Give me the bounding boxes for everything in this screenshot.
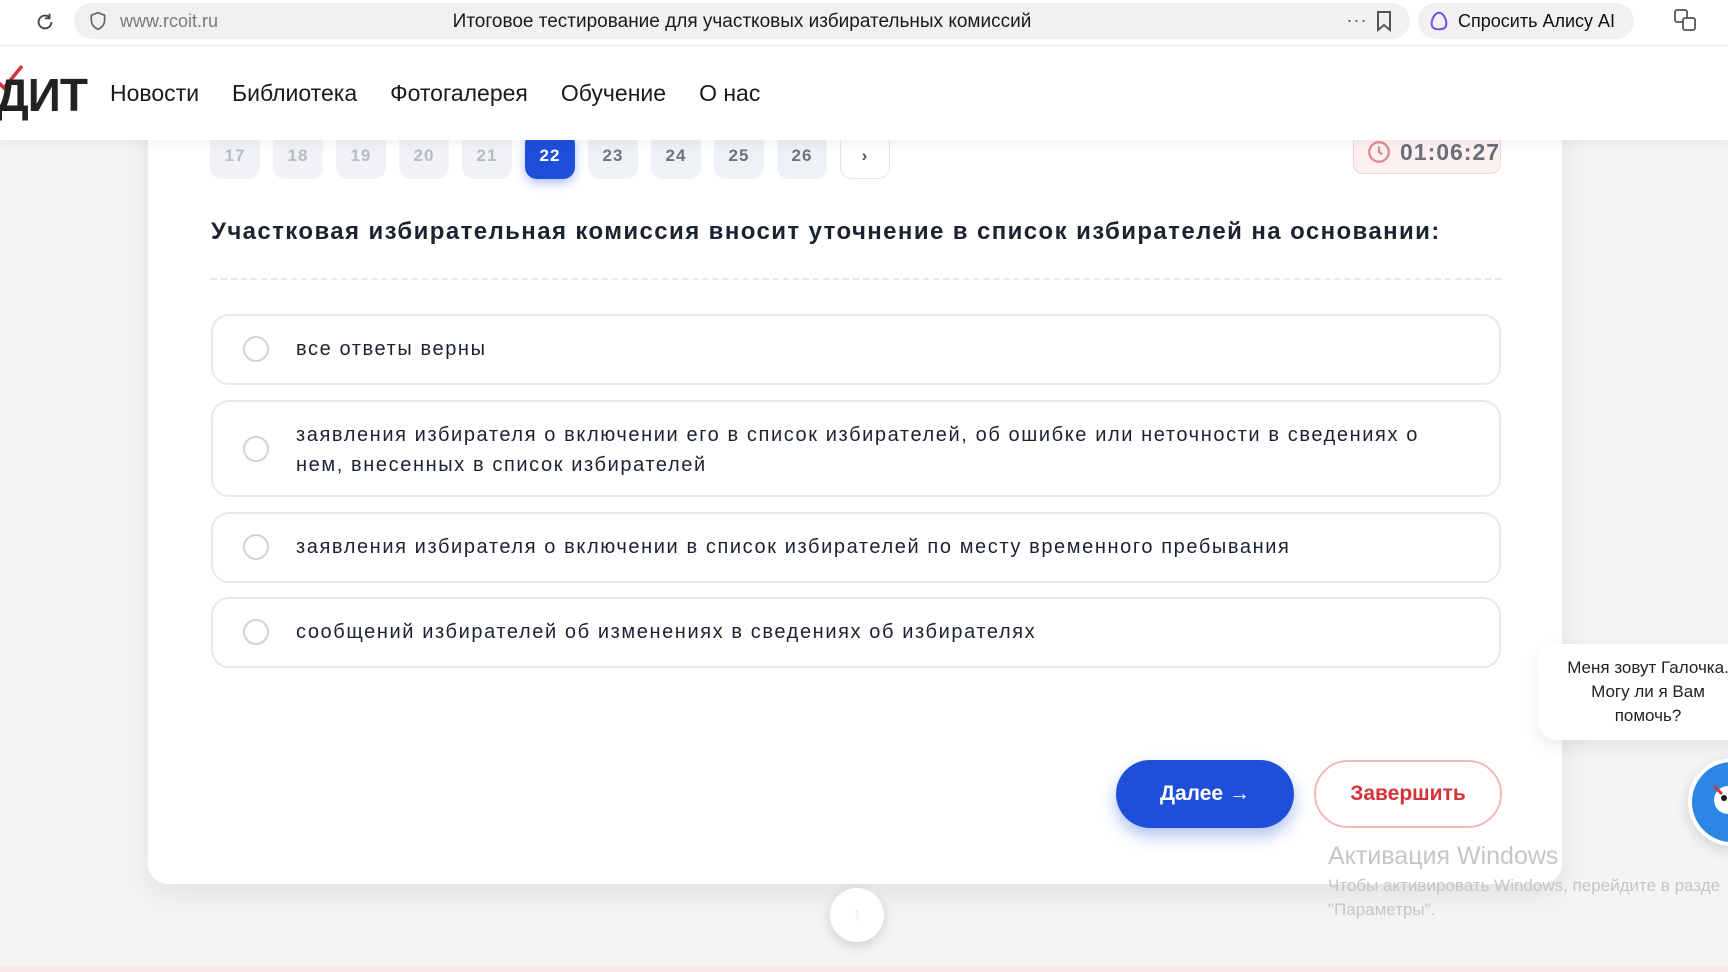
windows-activation-title: Активация Windows [1328,842,1559,870]
chatbot-line: Могу ли я Вам [1591,682,1705,701]
site-header: ДИТ Новости Библиотека Фотогалерея Обуче… [0,46,1728,140]
timer-value: 01:06:27 [1400,138,1501,165]
radio-button[interactable] [243,534,269,560]
main-nav: Новости Библиотека Фотогалерея Обучение … [110,80,793,107]
windows-activation-text: "Параметры". [1328,900,1436,919]
nav-education[interactable]: Обучение [561,80,666,107]
translate-icon[interactable] [1672,7,1698,33]
answer-option[interactable]: сообщений избирателей об изменениях в св… [211,597,1501,668]
clock-icon [1366,139,1392,165]
answer-option[interactable]: заявления избирателя о включении его в с… [211,400,1501,497]
answer-option[interactable]: все ответы верны [211,314,1501,385]
ask-alice-label: Спросить Алису AI [1458,11,1616,31]
address-bar[interactable]: www.rcoit.ru Итоговое тестирование для у… [74,3,1410,39]
nav-news[interactable]: Новости [110,80,199,107]
more-icon[interactable]: ··· [1344,10,1370,32]
answer-label: все ответы верны [296,338,487,360]
answer-option[interactable]: заявления избирателя о включении в списо… [211,512,1501,583]
quiz-card: 17 18 19 20 21 22 23 24 25 26 › 01:06:27… [148,100,1562,884]
windows-activation-text: Чтобы активировать Windows, перейдите в … [1328,876,1721,895]
question-text: Участковая избирательная комиссия вносит… [211,218,1441,245]
alice-icon [1428,10,1450,32]
bottom-strip [0,966,1728,972]
page-title: Итоговое тестирование для участковых изб… [452,11,1032,32]
answer-label: сообщений избирателей об изменениях в св… [296,621,1037,643]
answer-label: заявления избирателя о включении его в с… [296,424,1419,476]
nav-gallery[interactable]: Фотогалерея [390,80,528,107]
nav-about[interactable]: О нас [699,80,760,107]
site-logo[interactable]: ДИТ [0,72,88,118]
answer-label: заявления избирателя о включении в списо… [296,536,1291,558]
bookmark-icon[interactable] [1374,10,1396,33]
next-button[interactable]: Далее → [1116,760,1294,828]
radio-button[interactable] [243,336,269,362]
chatbot-avatar-icon[interactable] [1688,758,1728,846]
scroll-to-top-button[interactable]: ↑ [830,888,884,942]
ask-alice-button[interactable]: Спросить Алису AI [1418,3,1634,39]
radio-button[interactable] [243,619,269,645]
chatbot-bubble[interactable]: Меня зовут Галочка. Могу ли я Вам помочь… [1538,644,1728,740]
chatbot-line: Меня зовут Галочка. [1567,658,1728,677]
question-divider [211,278,1501,280]
chatbot-line: помочь? [1614,706,1682,725]
nav-library[interactable]: Библиотека [232,80,357,107]
radio-button[interactable] [243,436,269,462]
browser-toolbar: www.rcoit.ru Итоговое тестирование для у… [0,0,1728,46]
finish-button[interactable]: Завершить [1314,760,1502,828]
reload-icon[interactable] [30,7,60,37]
